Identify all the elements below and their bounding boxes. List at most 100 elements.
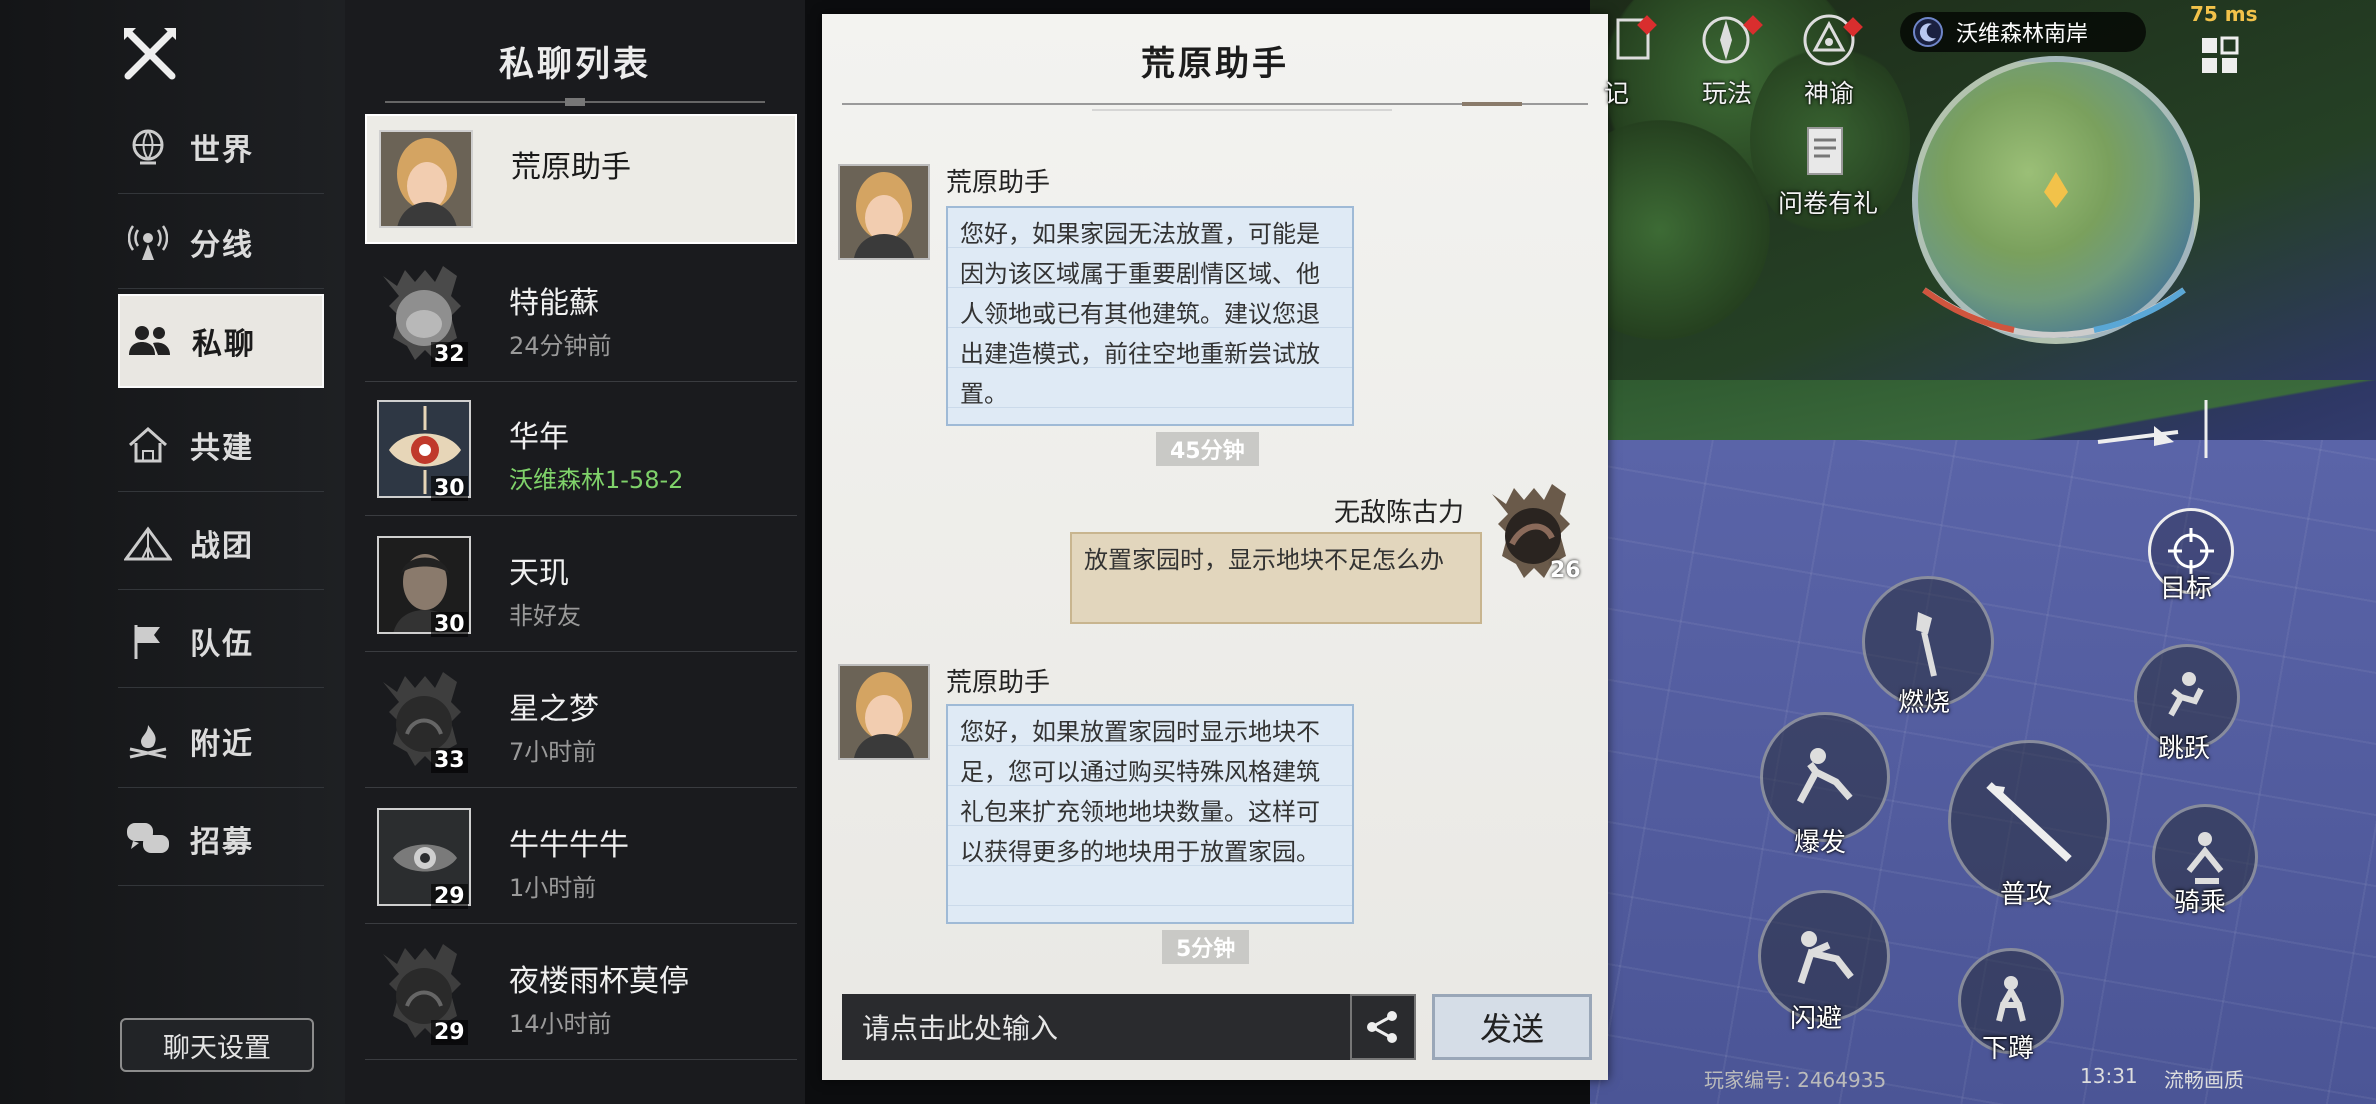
message-bubble: 放置家园时，显示地块不足怎么办 (1070, 532, 1482, 624)
chat-window: 荒原助手 荒原助手 您好，如果家园无法放置，可能是因为该区域属于重要剧情区域、他… (822, 14, 1608, 1080)
tent-icon (124, 525, 172, 560)
contact-status: 7小时前 (509, 738, 597, 766)
contact-level: 32 (431, 342, 468, 367)
contact-item[interactable]: 30 天玑 非好友 (365, 522, 797, 652)
nav-item-cobuild[interactable]: 共建 (118, 398, 324, 492)
close-button[interactable] (118, 24, 184, 84)
message-input[interactable]: 请点击此处输入 (842, 994, 1350, 1060)
chat-channel-nav: 世界 分线 私聊 共建 战团 队伍 附近 招募 聊天设置 (0, 0, 345, 1104)
title-divider (385, 98, 765, 106)
menu-button[interactable] (2198, 34, 2242, 78)
contact-name: 天玑 (509, 556, 569, 591)
clipboard-icon (1807, 127, 1843, 175)
globe-icon (132, 129, 164, 164)
private-chat-list: 私聊列表 荒原助手 32 特能蘇 24分钟前 30 华年 沃维森林1-58-2 … (345, 0, 805, 1104)
campfire-icon (129, 724, 167, 758)
hud-label: 记 (1604, 79, 1630, 108)
contact-level: 30 (431, 476, 468, 501)
survey-button[interactable] (1800, 122, 1850, 178)
contact-item[interactable]: 33 星之梦 7小时前 (365, 658, 797, 788)
flag-icon (134, 624, 160, 659)
graphics-quality: 流畅画质 (2164, 1068, 2244, 1092)
jump-figure-icon (2168, 672, 2204, 717)
location-bar: 沃维森林南岸 (1900, 12, 2146, 52)
nav-label: 队伍 (190, 626, 254, 662)
sender-name: 荒原助手 (946, 668, 1051, 698)
player-id: 玩家编号: 2464935 (1704, 1068, 1887, 1092)
nav-label: 招募 (190, 824, 254, 860)
avatar (379, 130, 473, 228)
contact-status: 24分钟前 (509, 332, 612, 360)
dodge-figure-icon (1797, 931, 1854, 985)
time-divider: 45分钟 (1156, 432, 1259, 466)
nav-label: 共建 (190, 430, 254, 466)
nav-item-nearby[interactable]: 附近 (118, 694, 324, 788)
nav-item-recruit[interactable]: 招募 (118, 792, 324, 886)
moon-icon (1913, 17, 1943, 47)
survey-label: 问卷有礼 (1778, 189, 1879, 218)
contact-item[interactable]: 荒原助手 (365, 114, 797, 244)
clock: 13:31 (2080, 1064, 2138, 1088)
contact-name: 华年 (509, 420, 569, 455)
message-bubble: 您好，如果家园无法放置，可能是因为该区域属于重要剧情区域、他人领地或已有其他建筑… (946, 206, 1354, 426)
message-bubble: 您好，如果放置家园时显示地块不足，您可以通过购买特殊风格建筑礼包来扩充领地地块数… (946, 704, 1354, 924)
hud-label: 神谕 (1804, 79, 1855, 108)
contact-name: 牛牛牛牛 (509, 828, 629, 863)
home-build-icon (129, 426, 167, 462)
minimap-ring (1922, 287, 2186, 338)
location-name: 沃维森林南岸 (1956, 22, 2089, 47)
send-button[interactable]: 发送 (1432, 994, 1592, 1060)
contact-status: 14小时前 (509, 1010, 612, 1038)
nav-item-world[interactable]: 世界 (118, 100, 324, 194)
contact-level: 30 (431, 612, 468, 637)
skill-label: 下蹲 (1982, 1034, 2035, 1064)
contact-status: 1小时前 (509, 874, 597, 902)
contact-level: 29 (431, 1020, 468, 1045)
nav-label: 分线 (190, 227, 254, 263)
nav-item-private-chat[interactable]: 私聊 (118, 294, 324, 388)
nav-item-team[interactable]: 队伍 (118, 594, 324, 688)
users-icon (129, 326, 170, 355)
sender-avatar (838, 164, 930, 260)
grid-menu-icon (2202, 36, 2239, 73)
skill-label: 爆发 (1794, 828, 1847, 858)
sender-name: 无敌陈古力 (1334, 498, 1465, 528)
skill-label: 跳跃 (2158, 734, 2211, 764)
contact-name: 特能蘇 (509, 286, 599, 321)
target-label: 目标 (2160, 574, 2213, 604)
crossbow-icon (2097, 400, 2208, 458)
chat-title: 荒原助手 (1141, 44, 1289, 84)
contact-name: 夜楼雨杯莫停 (509, 964, 689, 999)
compass-icon (1702, 16, 1750, 64)
close-icon (124, 28, 176, 80)
list-title: 私聊列表 (498, 45, 651, 85)
crossbow-weapon-button[interactable] (2097, 396, 2208, 462)
contact-item[interactable]: 32 特能蘇 24分钟前 (365, 252, 797, 382)
chat-settings-button[interactable]: 聊天设置 (120, 1018, 314, 1072)
hud-label: 玩法 (1702, 79, 1753, 108)
skill-label: 燃烧 (1898, 688, 1951, 718)
skill-label: 普攻 (2000, 880, 2053, 910)
contact-item[interactable]: 30 华年 沃维森林1-58-2 (365, 386, 797, 516)
share-button[interactable] (1350, 994, 1416, 1060)
ride-figure-icon (2186, 832, 2224, 884)
skill-label: 闪避 (1790, 1004, 1843, 1034)
skill-label: 骑乘 (2174, 888, 2227, 918)
torch-icon (1916, 612, 1937, 677)
contact-item[interactable]: 29 牛牛牛牛 1小时前 (365, 794, 797, 924)
contact-status: 非好友 (509, 602, 581, 630)
nav-label: 战团 (190, 528, 254, 564)
share-icon (1367, 1011, 1397, 1043)
spear-attack-icon (1986, 782, 2072, 862)
contact-item[interactable]: 29 夜楼雨杯莫停 14小时前 (365, 930, 797, 1060)
contact-level: 29 (431, 884, 468, 909)
nav-label: 附近 (190, 726, 254, 762)
nav-item-guild[interactable]: 战团 (118, 496, 324, 590)
contact-level: 33 (431, 748, 468, 773)
nav-item-branch[interactable]: 分线 (118, 195, 324, 289)
sender-name: 荒原助手 (946, 168, 1051, 198)
crouch-figure-icon (1996, 976, 2026, 1022)
title-divider (842, 102, 1588, 111)
nav-label: 私聊 (192, 327, 256, 362)
ping-readout: 75 ms (2190, 2, 2258, 26)
